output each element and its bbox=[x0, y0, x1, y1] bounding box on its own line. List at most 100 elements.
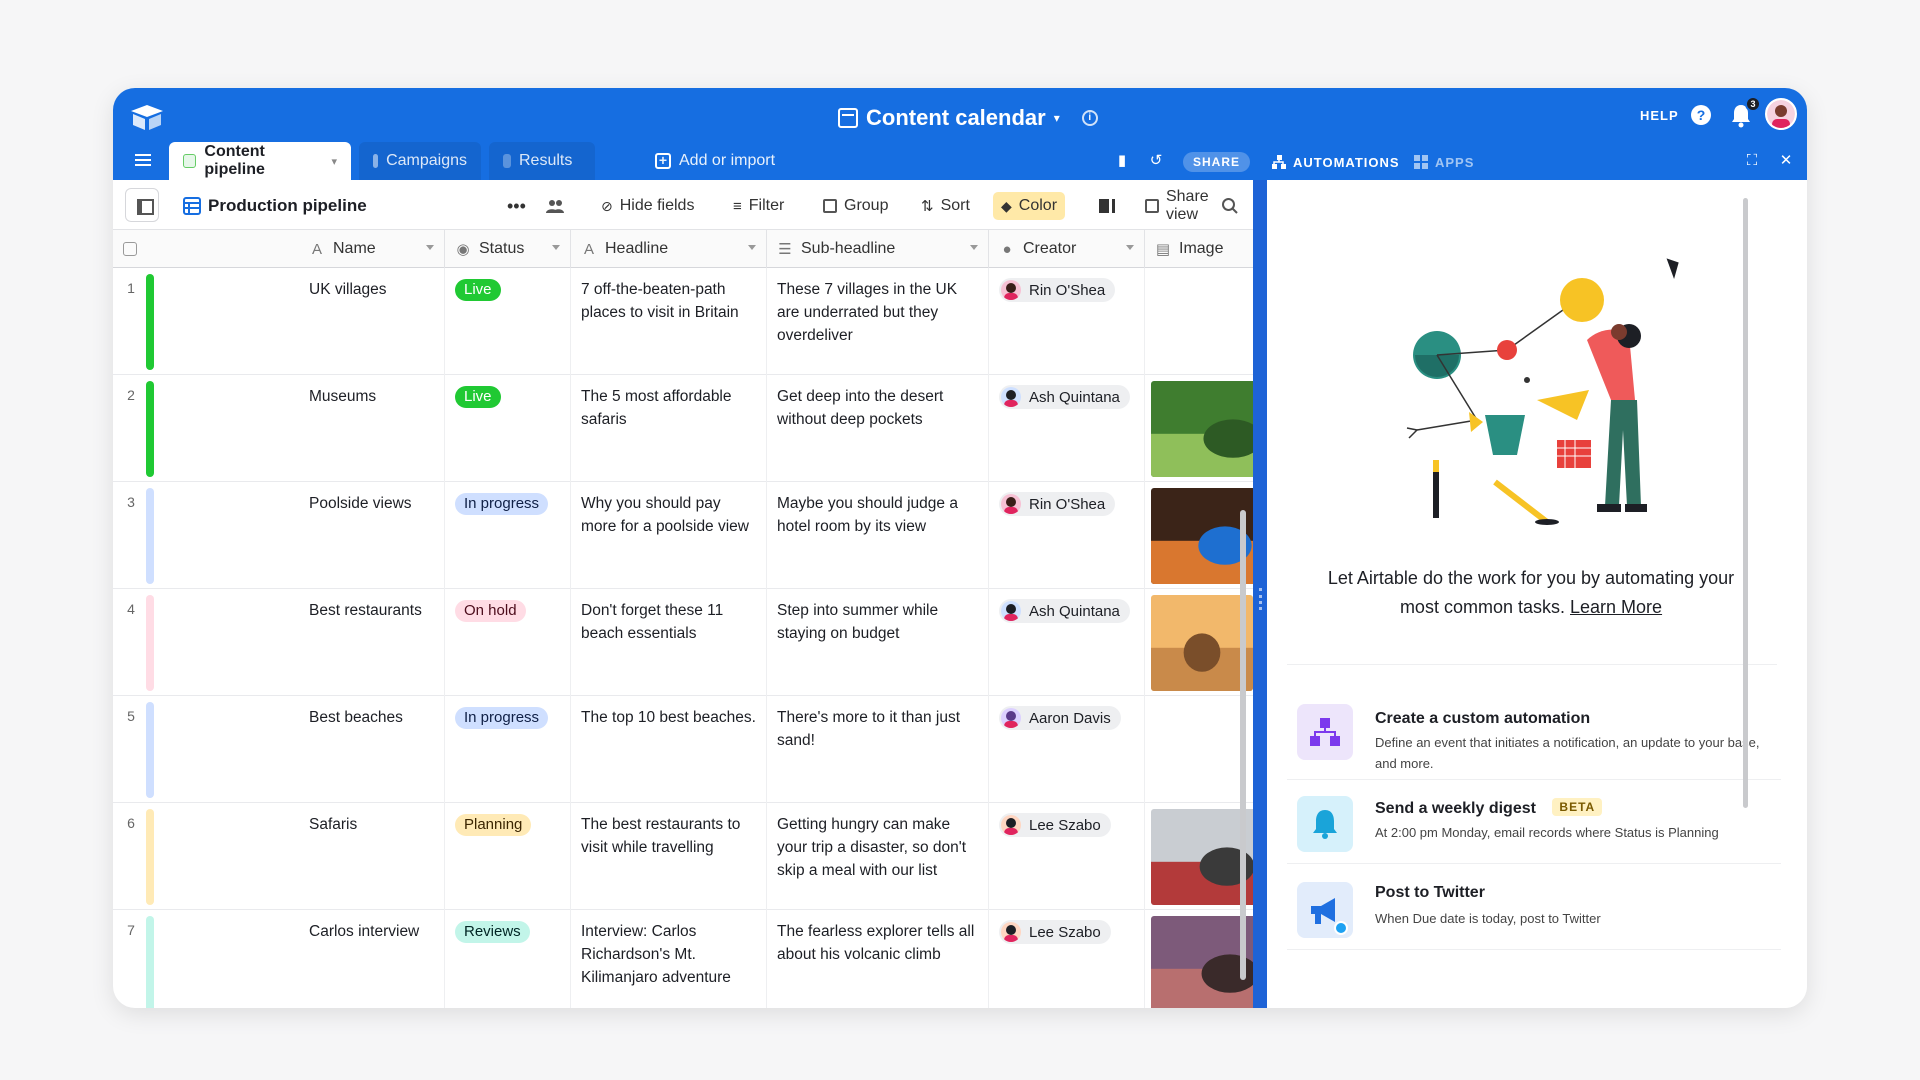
column-header-creator[interactable]: ● Creator bbox=[989, 230, 1145, 268]
row-height-icon[interactable] bbox=[1091, 192, 1123, 220]
help-icon[interactable]: ? bbox=[1691, 105, 1711, 125]
automations-button[interactable]: AUTOMATIONS bbox=[1271, 154, 1400, 170]
cell-name[interactable]: UK villages bbox=[299, 268, 445, 375]
chevron-down-icon[interactable] bbox=[748, 245, 756, 250]
cell-image[interactable] bbox=[1145, 482, 1253, 589]
cell-subheadline[interactable]: There's more to it than just sand! bbox=[767, 696, 989, 803]
column-header-subheadline[interactable]: ☰ Sub-headline bbox=[767, 230, 989, 268]
image-thumbnail[interactable] bbox=[1151, 381, 1253, 477]
sidebar-toggle-button[interactable] bbox=[125, 188, 159, 222]
cell-name[interactable]: Best restaurants bbox=[299, 589, 445, 696]
fullscreen-icon[interactable]: ⛶ bbox=[1743, 152, 1761, 170]
apps-button[interactable]: APPS bbox=[1413, 154, 1474, 170]
column-header-status[interactable]: ◉ Status bbox=[445, 230, 571, 268]
image-thumbnail[interactable] bbox=[1151, 809, 1253, 905]
hide-fields-button[interactable]: ⊘ Hide fields bbox=[593, 192, 702, 220]
chevron-down-icon[interactable] bbox=[426, 245, 434, 250]
post-to-twitter-card[interactable]: Post to Twitter When Due date is today, … bbox=[1287, 870, 1781, 950]
cell-creator[interactable]: Rin O'Shea bbox=[989, 268, 1145, 375]
cell-status[interactable]: In progress bbox=[445, 482, 571, 589]
resize-grip-icon[interactable] bbox=[1259, 588, 1262, 610]
search-icon[interactable] bbox=[1213, 192, 1247, 220]
cell-status[interactable]: Live bbox=[445, 268, 571, 375]
cell-image[interactable] bbox=[1145, 696, 1253, 803]
more-options-icon[interactable]: ••• bbox=[499, 192, 534, 220]
create-custom-automation-card[interactable]: Create a custom automation Define an eve… bbox=[1287, 694, 1781, 780]
cell-image[interactable] bbox=[1145, 910, 1253, 1008]
cell-creator[interactable]: Rin O'Shea bbox=[989, 482, 1145, 589]
cell-creator[interactable]: Lee Szabo bbox=[989, 910, 1145, 1008]
cell-status[interactable]: Live bbox=[445, 375, 571, 482]
cell-image[interactable] bbox=[1145, 589, 1253, 696]
info-icon[interactable]: i bbox=[1081, 110, 1098, 126]
cell-headline[interactable]: Why you should pay more for a poolside v… bbox=[571, 482, 767, 589]
cell-subheadline[interactable]: Maybe you should judge a hotel room by i… bbox=[767, 482, 989, 589]
chevron-down-icon[interactable] bbox=[1126, 245, 1134, 250]
image-thumbnail[interactable] bbox=[1151, 595, 1253, 691]
table-row[interactable]: 1 UK villages Live 7 off-the-beaten-path… bbox=[113, 268, 1253, 375]
sort-button[interactable]: ⇅ Sort bbox=[913, 192, 978, 220]
image-thumbnail[interactable] bbox=[1151, 488, 1253, 584]
group-button[interactable]: Group bbox=[815, 192, 896, 220]
cell-subheadline[interactable]: These 7 villages in the UK are underrate… bbox=[767, 268, 989, 375]
send-weekly-digest-card[interactable]: Send a weekly digest BETA At 2:00 pm Mon… bbox=[1287, 784, 1781, 864]
cell-status[interactable]: In progress bbox=[445, 696, 571, 803]
cell-name[interactable]: Carlos interview bbox=[299, 910, 445, 1008]
learn-more-link[interactable]: Learn More bbox=[1570, 597, 1662, 617]
cell-headline[interactable]: The 5 most affordable safaris bbox=[571, 375, 767, 482]
column-header-image[interactable]: ▤ Image bbox=[1145, 230, 1253, 268]
cell-subheadline[interactable]: Step into summer while staying on budget bbox=[767, 589, 989, 696]
add-or-import-button[interactable]: + Add or import bbox=[641, 142, 789, 180]
select-all-checkbox[interactable] bbox=[123, 242, 137, 256]
table-row[interactable]: 3 Poolside views In progress Why you sho… bbox=[113, 482, 1253, 589]
cell-name[interactable]: Museums bbox=[299, 375, 445, 482]
history-icon[interactable]: ↺ bbox=[1147, 152, 1165, 170]
cell-creator[interactable]: Lee Szabo bbox=[989, 803, 1145, 910]
chevron-down-icon[interactable] bbox=[970, 245, 978, 250]
table-row[interactable]: 2 Museums Live The 5 most affordable saf… bbox=[113, 375, 1253, 482]
cell-headline[interactable]: The top 10 best beaches. bbox=[571, 696, 767, 803]
cell-status[interactable]: On hold bbox=[445, 589, 571, 696]
cell-status[interactable]: Planning bbox=[445, 803, 571, 910]
cell-name[interactable]: Best beaches bbox=[299, 696, 445, 803]
collaborators-icon[interactable] bbox=[537, 192, 573, 220]
cell-headline[interactable]: The best restaurants to visit while trav… bbox=[571, 803, 767, 910]
table-row[interactable]: 6 Safaris Planning The best restaurants … bbox=[113, 803, 1253, 910]
column-header-name[interactable]: A Name bbox=[299, 230, 445, 268]
panel-scrollbar[interactable] bbox=[1743, 198, 1748, 808]
grid-scrollbar[interactable] bbox=[1240, 510, 1246, 980]
cell-subheadline[interactable]: The fearless explorer tells all about hi… bbox=[767, 910, 989, 1008]
cell-creator[interactable]: Ash Quintana bbox=[989, 375, 1145, 482]
cell-headline[interactable]: Interview: Carlos Richardson's Mt. Kilim… bbox=[571, 910, 767, 1008]
cell-headline[interactable]: Don't forget these 11 beach essentials bbox=[571, 589, 767, 696]
cell-creator[interactable]: Aaron Davis bbox=[989, 696, 1145, 803]
cell-creator[interactable]: Ash Quintana bbox=[989, 589, 1145, 696]
tab-campaigns[interactable]: Campaigns bbox=[359, 142, 481, 180]
cell-name[interactable]: Safaris bbox=[299, 803, 445, 910]
chevron-down-icon[interactable]: ▾ bbox=[331, 155, 337, 168]
filter-button[interactable]: ≡ Filter bbox=[725, 192, 792, 220]
table-row[interactable]: 5 Best beaches In progress The top 10 be… bbox=[113, 696, 1253, 803]
view-switcher[interactable]: Production pipeline bbox=[175, 192, 375, 220]
tab-content-pipeline[interactable]: Content pipeline ▾ bbox=[169, 142, 351, 180]
user-avatar[interactable] bbox=[1765, 98, 1797, 130]
cell-subheadline[interactable]: Getting hungry can make your trip a disa… bbox=[767, 803, 989, 910]
trash-icon[interactable]: ▮ bbox=[1113, 152, 1131, 170]
hamburger-menu-icon[interactable] bbox=[135, 154, 151, 166]
cell-name[interactable]: Poolside views bbox=[299, 482, 445, 589]
cell-image[interactable] bbox=[1145, 803, 1253, 910]
cell-image[interactable] bbox=[1145, 375, 1253, 482]
chevron-down-icon[interactable] bbox=[552, 245, 560, 250]
cell-image[interactable] bbox=[1145, 268, 1253, 375]
share-button[interactable]: SHARE bbox=[1183, 152, 1251, 172]
image-thumbnail[interactable] bbox=[1151, 916, 1253, 1008]
cell-headline[interactable]: 7 off-the-beaten-path places to visit in… bbox=[571, 268, 767, 375]
table-row[interactable]: 7 Carlos interview Reviews Interview: Ca… bbox=[113, 910, 1253, 1008]
column-header-headline[interactable]: A Headline bbox=[571, 230, 767, 268]
base-title-menu[interactable]: Content calendar ▾ i bbox=[838, 102, 1098, 134]
table-row[interactable]: 4 Best restaurants On hold Don't forget … bbox=[113, 589, 1253, 696]
cell-status[interactable]: Reviews bbox=[445, 910, 571, 1008]
color-button[interactable]: ◆ Color bbox=[993, 192, 1066, 220]
cell-subheadline[interactable]: Get deep into the desert without deep po… bbox=[767, 375, 989, 482]
tab-results[interactable]: Results bbox=[489, 142, 595, 180]
